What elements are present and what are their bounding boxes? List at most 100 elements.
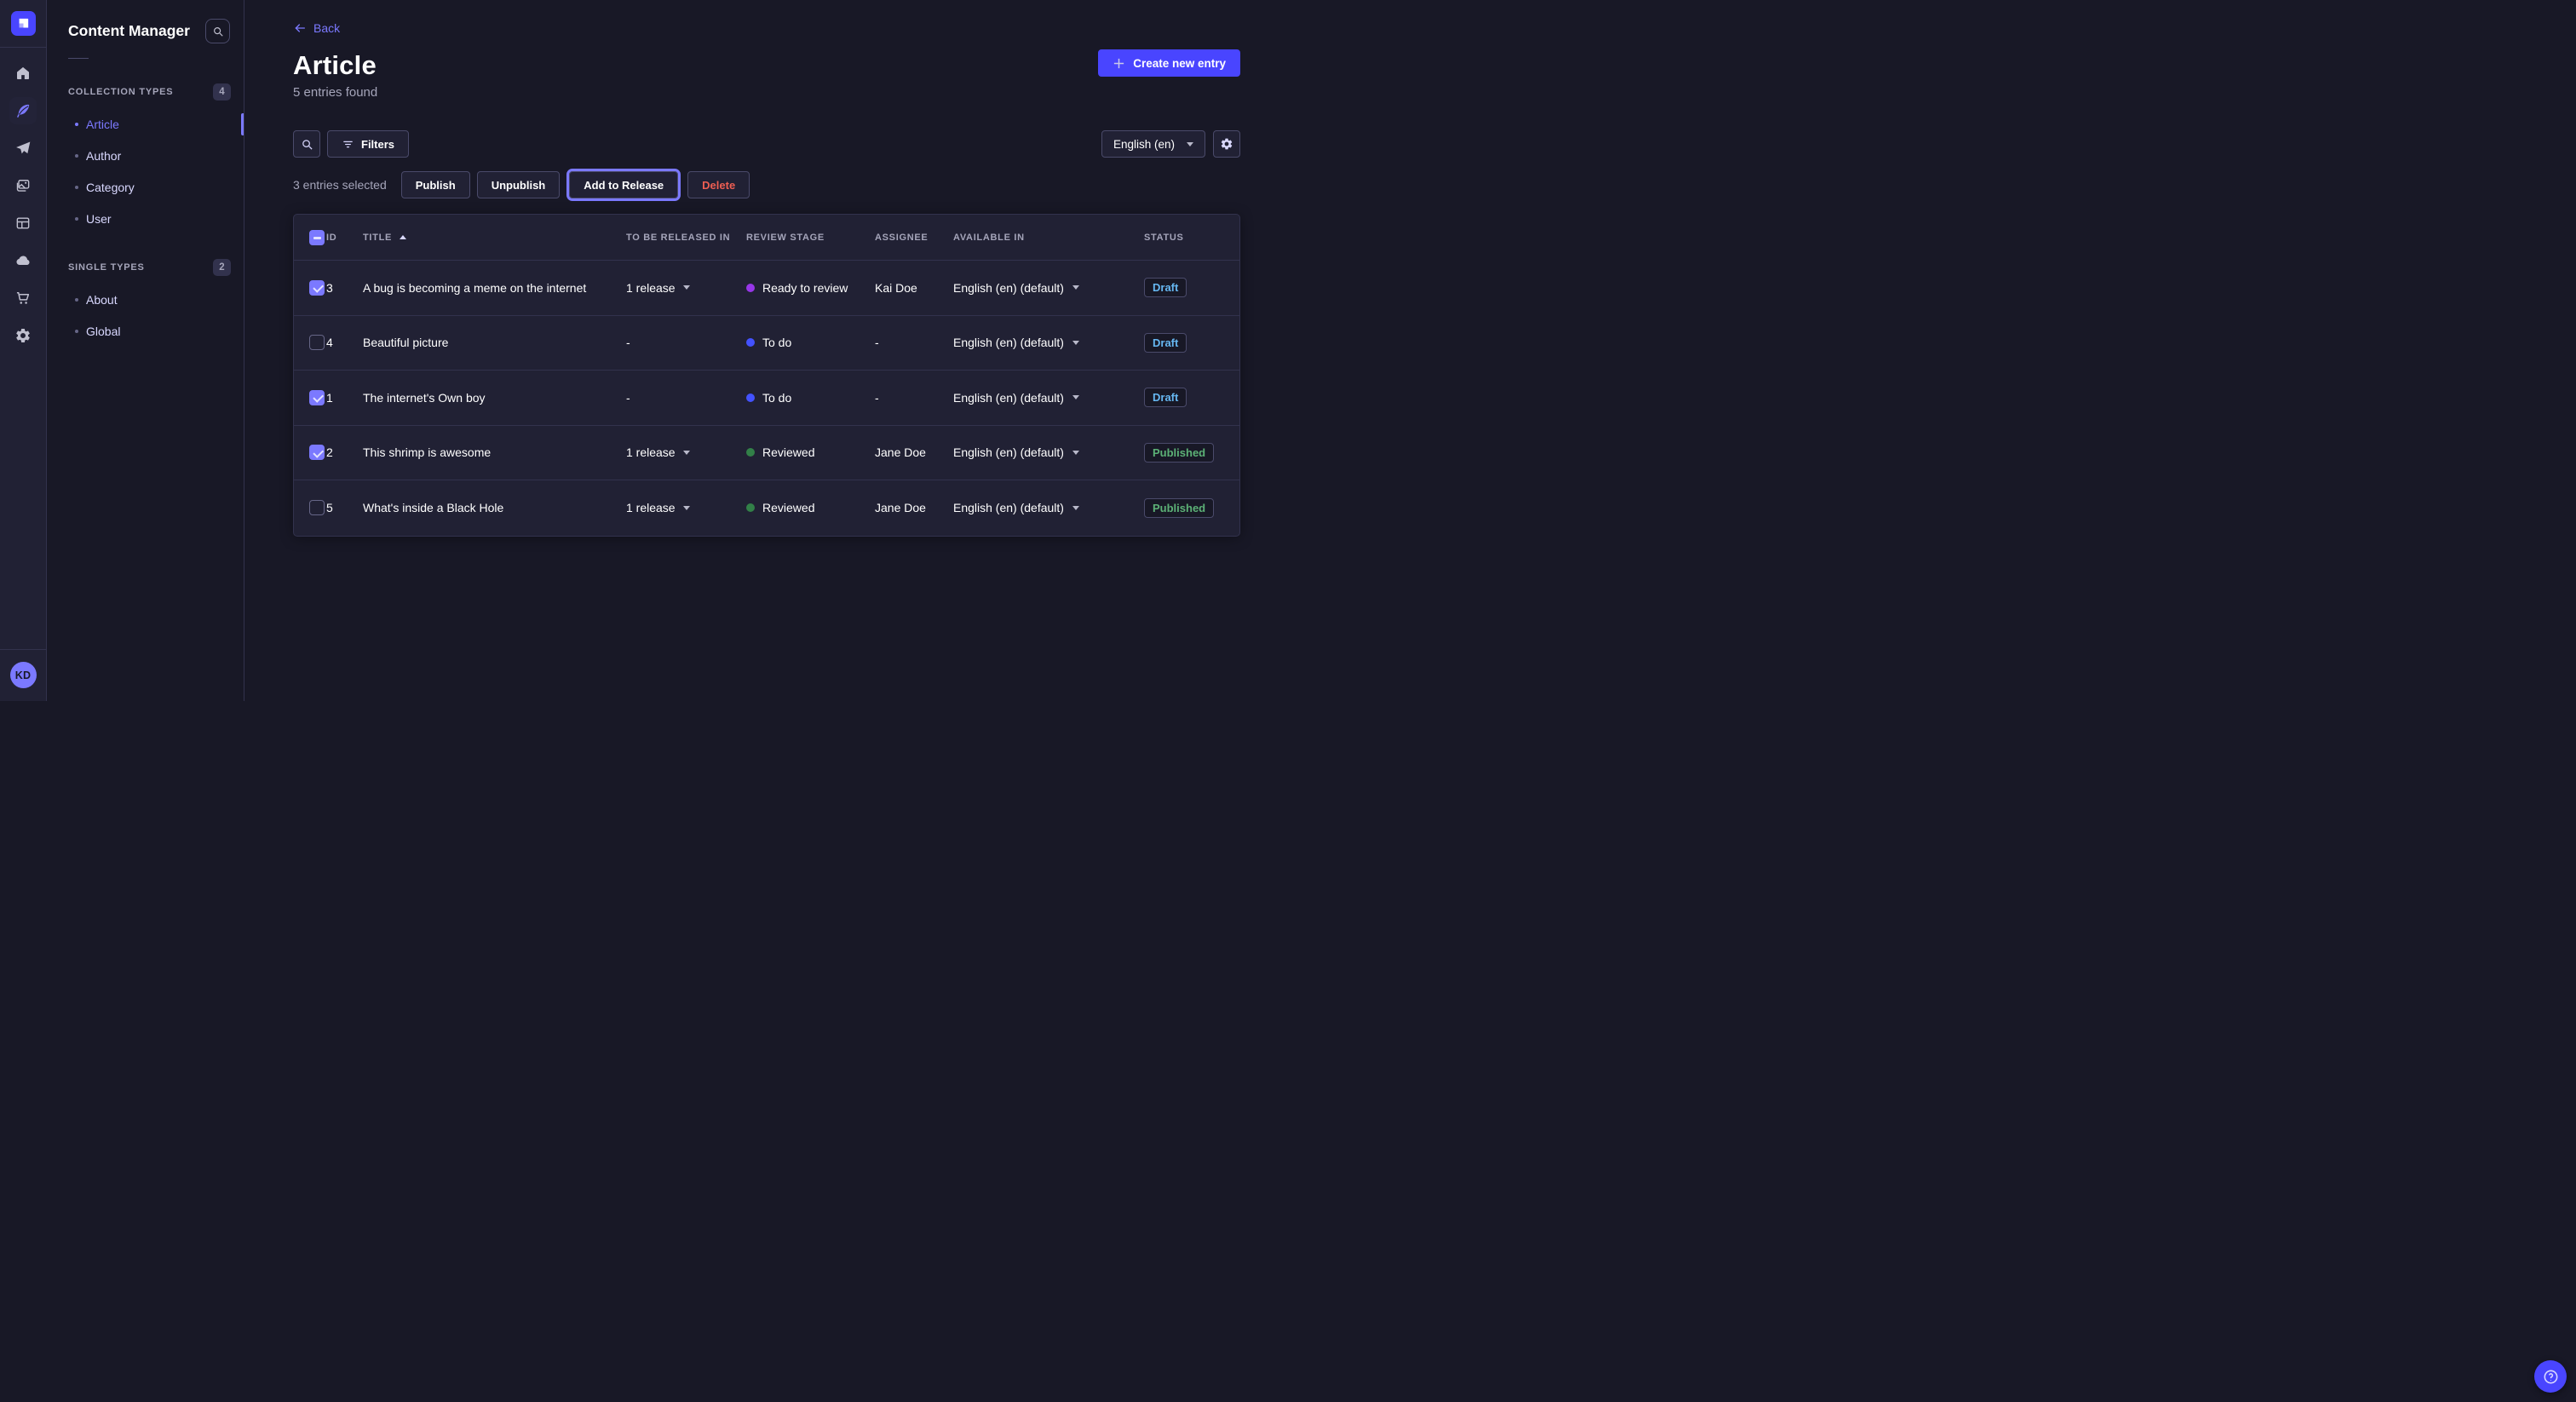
stage-dot-icon <box>746 448 755 457</box>
deploy-cloud-icon[interactable] <box>9 247 37 274</box>
view-settings-button[interactable] <box>1213 130 1240 158</box>
row-checkbox[interactable] <box>309 280 325 296</box>
delete-button[interactable]: Delete <box>687 171 750 198</box>
section-items: Article AuthorCategory User <box>47 108 244 234</box>
filter-icon <box>342 138 354 151</box>
chevron-down-icon <box>1072 506 1079 510</box>
create-new-entry-button[interactable]: Create new entry <box>1098 49 1240 77</box>
content-manager-icon[interactable] <box>9 97 37 124</box>
row-release[interactable]: 1 release <box>626 445 746 459</box>
stage-label: Reviewed <box>762 445 814 459</box>
locale-value: English (en) (default) <box>953 336 1064 349</box>
section-count-badge: 2 <box>213 259 231 276</box>
row-release[interactable]: 1 release <box>626 281 746 295</box>
status-badge: Published <box>1144 443 1214 463</box>
release-value: - <box>626 391 630 405</box>
row-checkbox[interactable] <box>309 390 325 405</box>
column-header-assignee: ASSIGNEE <box>875 233 953 243</box>
strapi-logo[interactable] <box>0 0 47 48</box>
locale-value: English (en) (default) <box>953 281 1064 295</box>
locale-value: English (en) (default) <box>953 391 1064 405</box>
divider <box>0 649 46 650</box>
row-id: 5 <box>326 501 363 514</box>
column-header-title[interactable]: TITLE <box>363 233 626 243</box>
divider <box>68 58 89 59</box>
row-status: Draft <box>1144 278 1239 297</box>
marketplace-cart-icon[interactable] <box>9 284 37 312</box>
sidebar-item-about[interactable]: About <box>47 284 244 315</box>
publish-button[interactable]: Publish <box>401 171 470 198</box>
stage-dot-icon <box>746 394 755 402</box>
releases-icon[interactable] <box>9 135 37 162</box>
row-id: 2 <box>326 445 363 459</box>
subnav-search-button[interactable] <box>205 19 230 43</box>
row-title: Beautiful picture <box>363 336 626 349</box>
unpublish-button[interactable]: Unpublish <box>477 171 561 198</box>
row-status: Published <box>1144 443 1239 463</box>
row-select-cell <box>294 390 326 405</box>
release-value: 1 release <box>626 281 676 295</box>
row-release: - <box>626 391 746 405</box>
status-badge: Draft <box>1144 333 1187 353</box>
section-items: AboutGlobal <box>47 284 244 347</box>
locale-value: English (en) (default) <box>953 445 1064 459</box>
sidebar-item-category[interactable]: Category <box>47 171 244 203</box>
row-available-in[interactable]: English (en) (default) <box>953 281 1144 295</box>
media-library-icon[interactable] <box>9 172 37 199</box>
row-assignee: Jane Doe <box>875 445 953 459</box>
sidebar-item-user[interactable]: User <box>47 203 244 234</box>
row-status: Draft <box>1144 333 1239 353</box>
table-row[interactable]: 3A bug is becoming a meme on the interne… <box>294 261 1239 316</box>
row-review-stage: Reviewed <box>746 501 875 514</box>
row-release[interactable]: 1 release <box>626 501 746 514</box>
filters-button[interactable]: Filters <box>327 130 409 158</box>
locale-select[interactable]: English (en) <box>1101 130 1205 158</box>
sidebar-item-label: User <box>86 212 112 226</box>
help-button[interactable] <box>2534 1360 2567 1393</box>
chevron-down-icon <box>683 285 690 290</box>
table-row[interactable]: 1The internet's Own boy-To do-English (e… <box>294 371 1239 426</box>
stage-dot-icon <box>746 284 755 292</box>
column-header-id[interactable]: ID <box>326 233 363 243</box>
select-all-checkbox[interactable] <box>309 230 325 245</box>
row-id: 4 <box>326 336 363 349</box>
row-checkbox[interactable] <box>309 445 325 460</box>
row-available-in[interactable]: English (en) (default) <box>953 445 1144 459</box>
section-label: COLLECTION TYPES <box>68 87 173 97</box>
bullet-icon <box>75 217 78 221</box>
main-content: Back Article 5 entries found Create new … <box>244 0 1288 701</box>
release-value: - <box>626 336 630 349</box>
sidebar-item-article[interactable]: Article <box>47 108 244 140</box>
row-available-in[interactable]: English (en) (default) <box>953 336 1144 349</box>
search-button[interactable] <box>293 130 320 158</box>
table-row[interactable]: 5What's inside a Black Hole1 releaseRevi… <box>294 480 1239 536</box>
sidebar-item-label: Article <box>86 118 119 131</box>
settings-gear-icon[interactable] <box>9 322 37 349</box>
table-row[interactable]: 4Beautiful picture-To do-English (en) (d… <box>294 316 1239 371</box>
section-header: SINGLE TYPES2 <box>47 259 244 276</box>
user-avatar[interactable]: KD <box>10 662 37 688</box>
sidebar-item-global[interactable]: Global <box>47 315 244 347</box>
row-title: This shrimp is awesome <box>363 445 626 459</box>
chevron-down-icon <box>1072 285 1079 290</box>
sidebar-item-author[interactable]: Author <box>47 140 244 171</box>
column-header-release: TO BE RELEASED IN <box>626 233 746 243</box>
chevron-down-icon <box>683 451 690 455</box>
table-row[interactable]: 2This shrimp is awesome1 release Reviewed… <box>294 426 1239 481</box>
home-icon[interactable] <box>9 60 37 87</box>
chevron-down-icon <box>1072 341 1079 345</box>
row-checkbox[interactable] <box>309 500 325 515</box>
back-link[interactable]: Back <box>293 21 340 35</box>
content-type-builder-icon[interactable] <box>9 210 37 237</box>
main-nav: KD <box>0 0 47 701</box>
row-checkbox[interactable] <box>309 335 325 350</box>
row-review-stage: To do <box>746 336 875 349</box>
selection-count: 3 entries selected <box>293 178 387 192</box>
add-to-release-button[interactable]: Add to Release <box>569 171 678 198</box>
question-icon <box>2542 1368 2560 1386</box>
row-available-in[interactable]: English (en) (default) <box>953 391 1144 405</box>
row-available-in[interactable]: English (en) (default) <box>953 501 1144 514</box>
row-review-stage: To do <box>746 391 875 405</box>
release-value: 1 release <box>626 445 676 459</box>
chevron-down-icon <box>1072 451 1079 455</box>
